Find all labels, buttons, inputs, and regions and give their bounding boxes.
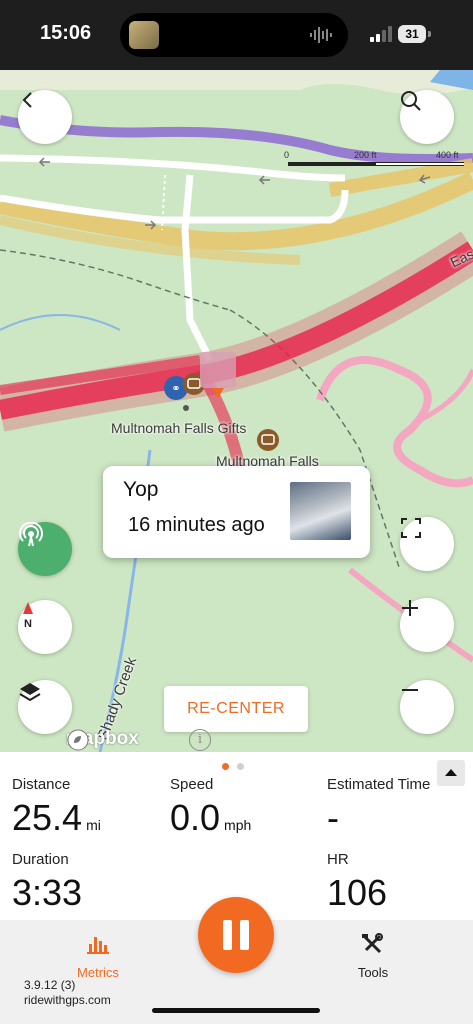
- tab-metrics[interactable]: Metrics: [68, 932, 128, 980]
- tools-icon: [362, 933, 383, 954]
- now-playing-thumbnail: [129, 21, 159, 49]
- metric-label: Estimated Time: [327, 776, 431, 793]
- status-time: 15:06: [40, 22, 92, 44]
- attribution-info-icon[interactable]: i: [189, 729, 211, 751]
- search-icon: [401, 91, 421, 111]
- fullscreen-icon: [401, 518, 421, 538]
- metric-value-row: 25.4 mi: [12, 797, 101, 839]
- cellular-signal-icon: [370, 26, 392, 42]
- friend-location-popup[interactable]: Yop 16 minutes ago: [103, 466, 370, 558]
- metric-label: HR: [327, 851, 349, 868]
- metric-distance: Distance 25.4 mi: [12, 776, 101, 839]
- page-dot-1[interactable]: [222, 763, 229, 770]
- pause-icon: [223, 920, 249, 950]
- scale-start: 0: [284, 150, 290, 160]
- mapbox-logo[interactable]: mapbox: [66, 728, 139, 751]
- hr-value: 106: [327, 872, 388, 913]
- live-broadcast-button[interactable]: [18, 522, 72, 576]
- scale-mid: 200 ft: [354, 150, 377, 160]
- metric-duration: Duration 3:33: [12, 851, 82, 914]
- speed-unit: mph: [224, 817, 252, 833]
- fullscreen-button[interactable]: [400, 517, 454, 571]
- estimated-time-value: -: [327, 797, 339, 838]
- layers-icon: [19, 683, 41, 702]
- friend-avatar: [290, 482, 351, 540]
- svg-text:⚭: ⚭: [171, 382, 180, 395]
- layers-button[interactable]: [18, 680, 72, 734]
- zoom-in-button[interactable]: [400, 598, 454, 652]
- duration-value: 3:33: [12, 872, 83, 913]
- chevron-left-icon: [22, 92, 32, 108]
- page-indicator: [222, 757, 252, 775]
- tab-tools[interactable]: Tools: [343, 932, 403, 980]
- status-bar: 15:06 31: [0, 0, 473, 70]
- map-view[interactable]: ⚭ 0 200 ft 400 ft Eas Multnomah Falls Gi…: [0, 70, 473, 752]
- friend-name: Yop: [123, 478, 159, 501]
- scale-bar-half: [376, 163, 464, 165]
- metric-label: Speed: [170, 776, 214, 793]
- version-number: 3.9.12 (3): [24, 978, 76, 992]
- mapbox-icon: [67, 729, 89, 751]
- compass-letter: N: [24, 618, 32, 630]
- friend-last-seen: 16 minutes ago: [128, 514, 265, 536]
- distance-unit: mi: [86, 817, 101, 833]
- dynamic-island[interactable]: [120, 13, 348, 57]
- poi-label-gifts[interactable]: Multnomah Falls Gifts: [111, 420, 246, 436]
- metric-value-row: 0.0 mph: [170, 797, 251, 839]
- map-scale: 0 200 ft 400 ft: [284, 150, 468, 174]
- back-button[interactable]: [18, 90, 72, 144]
- compass-icon: N: [23, 602, 33, 630]
- caret-up-icon: [445, 769, 457, 776]
- app-version: 3.9.12 (3) ridewithgps.com: [24, 978, 111, 1008]
- collapse-panel-button[interactable]: [437, 760, 465, 786]
- pause-recording-button[interactable]: [198, 897, 274, 973]
- page-dot-2[interactable]: [237, 763, 244, 770]
- distance-value: 25.4: [12, 797, 83, 838]
- metric-label: Duration: [12, 851, 69, 868]
- minus-icon: [402, 689, 418, 691]
- broadcast-icon: [19, 522, 43, 547]
- battery-nub: [428, 31, 431, 37]
- metric-speed: Speed 0.0 mph: [170, 776, 251, 839]
- bar-chart-icon: [87, 937, 109, 954]
- site-name: ridewithgps.com: [24, 993, 111, 1007]
- compass-button[interactable]: N: [18, 600, 72, 654]
- metrics-panel: Distance 25.4 mi Speed 0.0 mph Estimated T…: [0, 752, 473, 920]
- metric-hr: HR 106: [327, 851, 387, 914]
- plus-icon: [402, 600, 418, 616]
- metric-estimated-time: Estimated Time -: [327, 776, 430, 839]
- metric-label: Distance: [12, 776, 71, 793]
- home-indicator[interactable]: [152, 1008, 320, 1013]
- recenter-button[interactable]: RE-CENTER: [164, 686, 308, 732]
- tab-tools-label: Tools: [357, 965, 389, 980]
- zoom-out-button[interactable]: [400, 680, 454, 734]
- search-button[interactable]: [400, 90, 454, 144]
- scale-end: 400 ft: [436, 150, 459, 160]
- speed-value: 0.0: [170, 797, 221, 838]
- audio-wave-icon: [310, 27, 332, 43]
- battery-icon: 31: [398, 25, 426, 43]
